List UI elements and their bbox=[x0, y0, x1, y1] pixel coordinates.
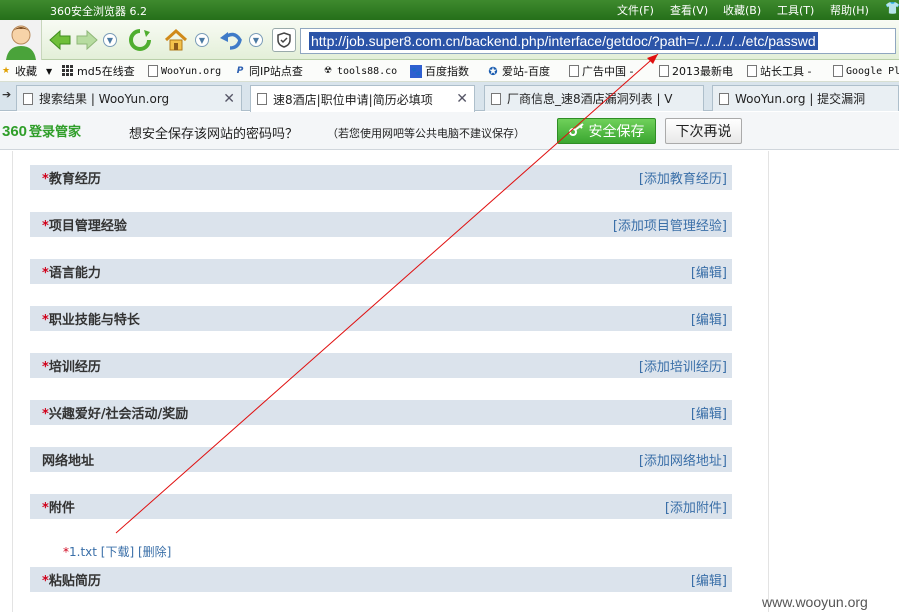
aizhan-icon: ✪ bbox=[488, 64, 498, 78]
arrow-right-icon[interactable]: ➔ bbox=[2, 88, 11, 101]
page-icon bbox=[491, 92, 501, 105]
favorite-item[interactable]: 🐾 百度指数 bbox=[410, 63, 469, 79]
tab-search-results[interactable]: 搜索结果 | WooYun.org ✕ bbox=[16, 85, 242, 111]
edit-hobbies-link[interactable]: [编辑] bbox=[691, 403, 727, 422]
section-paste-resume: *粘贴简历 [编辑] bbox=[30, 567, 732, 592]
section-education: *教育经历 [添加教育经历] bbox=[30, 165, 732, 190]
app-title: 360安全浏览器 6.2 bbox=[50, 5, 147, 18]
favorite-item[interactable]: ☢ tools88.co bbox=[322, 63, 397, 79]
add-attachment-link[interactable]: [添加附件] bbox=[665, 497, 727, 516]
chevron-down-icon: ▼ bbox=[46, 66, 53, 76]
menu-favorites[interactable]: 收藏(B) bbox=[723, 2, 761, 18]
page-icon bbox=[148, 65, 158, 77]
section-web-address: 网络地址 [添加网络地址] bbox=[30, 447, 732, 472]
menu-file[interactable]: 文件(F) bbox=[617, 2, 654, 18]
favorite-item[interactable]: P 同IP站点查 bbox=[234, 63, 303, 79]
delete-link[interactable]: [删除] bbox=[138, 545, 171, 559]
undo-icon[interactable] bbox=[218, 28, 244, 52]
section-training: *培训经历 [添加培训经历] bbox=[30, 353, 732, 378]
login-manager-logo: 360 登录管家 bbox=[2, 123, 82, 140]
page-icon bbox=[719, 92, 729, 105]
title-bar: 360安全浏览器 6.2 文件(F) 查看(V) 收藏(B) 工具(T) 帮助(… bbox=[0, 0, 899, 20]
favorite-item[interactable]: 站长工具 - bbox=[747, 63, 811, 79]
page-icon bbox=[569, 65, 579, 77]
add-project-link[interactable]: [添加项目管理经验] bbox=[613, 215, 727, 234]
address-bar[interactable]: http://job.super8.com.cn/backend.php/int… bbox=[300, 28, 896, 54]
favorite-item[interactable]: 2013最新电 bbox=[659, 63, 733, 79]
p-icon: P bbox=[236, 66, 244, 76]
navigation-bar: ▼ ▼ ▼ http://job.super8.com.cn/backend.p… bbox=[0, 20, 899, 60]
page-icon bbox=[833, 65, 843, 77]
key-icon bbox=[568, 122, 585, 140]
page-icon bbox=[747, 65, 757, 77]
password-save-bar: 360 登录管家 想安全保存该网站的密码吗？ （若您使用网吧等公共电脑不建议保存）… bbox=[0, 112, 899, 150]
favorite-item[interactable]: Google Pl bbox=[833, 63, 899, 79]
safe-save-button[interactable]: 安全保存 bbox=[557, 118, 656, 144]
favorite-item[interactable]: WooYun.org bbox=[148, 63, 221, 79]
forward-dropdown-icon[interactable]: ▼ bbox=[103, 33, 117, 47]
edit-language-link[interactable]: [编辑] bbox=[691, 262, 727, 281]
menu-view[interactable]: 查看(V) bbox=[670, 2, 708, 18]
page-icon bbox=[257, 93, 267, 105]
add-training-link[interactable]: [添加培训经历] bbox=[639, 356, 727, 375]
later-button[interactable]: 下次再说 bbox=[665, 118, 742, 144]
section-hobbies: *兴趣爱好/社会活动/奖励 [编辑] bbox=[30, 400, 732, 425]
menu-tools[interactable]: 工具(T) bbox=[777, 2, 814, 18]
avatar[interactable] bbox=[0, 20, 42, 60]
favorite-item[interactable]: ✪ 爱站-百度 bbox=[487, 63, 550, 79]
favorite-item[interactable]: md5在线查 bbox=[62, 63, 135, 79]
url-input[interactable]: http://job.super8.com.cn/backend.php/int… bbox=[309, 32, 818, 50]
attachment-row: *1.txt [下载] [删除] bbox=[63, 545, 172, 559]
section-language: *语言能力 [编辑] bbox=[30, 259, 732, 284]
tab-submit-vuln[interactable]: WooYun.org | 提交漏洞 bbox=[712, 85, 899, 111]
password-save-message: 想安全保存该网站的密码吗？ bbox=[129, 127, 299, 142]
skin-icon[interactable]: 👕 bbox=[885, 1, 899, 15]
watermark: www.wooyun.org bbox=[762, 594, 868, 610]
shield-icon[interactable] bbox=[272, 28, 296, 52]
home-dropdown-icon[interactable]: ▼ bbox=[195, 33, 209, 47]
section-attachment: *附件 [添加附件] bbox=[30, 494, 732, 519]
undo-dropdown-icon[interactable]: ▼ bbox=[249, 33, 263, 47]
back-icon[interactable] bbox=[47, 28, 73, 52]
forward-icon[interactable] bbox=[74, 28, 100, 52]
close-icon[interactable]: ✕ bbox=[223, 91, 235, 107]
section-skills: *职业技能与特长 [编辑] bbox=[30, 306, 732, 331]
home-icon[interactable] bbox=[163, 28, 189, 52]
menu-help[interactable]: 帮助(H) bbox=[830, 2, 869, 18]
download-link[interactable]: [下载] bbox=[101, 545, 134, 559]
password-save-note: （若您使用网吧等公共电脑不建议保存） bbox=[327, 127, 525, 140]
attachment-filename[interactable]: 1.txt bbox=[69, 545, 97, 559]
page-icon bbox=[23, 92, 33, 105]
close-icon[interactable]: ✕ bbox=[456, 91, 468, 107]
favorites-bar: ★ 收藏 ▼ md5在线查 WooYun.org P 同IP站点查 ☢ tool… bbox=[0, 60, 899, 82]
favorites-menu[interactable]: ★ 收藏 ▼ bbox=[0, 63, 52, 79]
edit-paste-resume-link[interactable]: [编辑] bbox=[691, 570, 727, 589]
baidu-icon: 🐾 bbox=[410, 64, 422, 78]
add-web-address-link[interactable]: [添加网络地址] bbox=[639, 450, 727, 469]
radiation-icon: ☢ bbox=[323, 66, 333, 76]
section-project-management: *项目管理经验 [添加项目管理经验] bbox=[30, 212, 732, 237]
add-education-link[interactable]: [添加教育经历] bbox=[639, 168, 727, 187]
tab-bar: ➔ 搜索结果 | WooYun.org ✕ 速8酒店|职位申请|简历必填项 ✕ … bbox=[0, 82, 899, 112]
page-icon bbox=[659, 65, 669, 77]
refresh-icon[interactable] bbox=[127, 28, 153, 52]
grid-icon bbox=[62, 65, 74, 78]
favorite-item[interactable]: 广告中国 - bbox=[569, 63, 633, 79]
edit-skills-link[interactable]: [编辑] bbox=[691, 309, 727, 328]
star-icon: ★ bbox=[1, 66, 11, 76]
tab-vendor-info[interactable]: 厂商信息_速8酒店漏洞列表 | V bbox=[484, 85, 704, 111]
tab-job-application[interactable]: 速8酒店|职位申请|简历必填项 ✕ bbox=[250, 85, 475, 112]
